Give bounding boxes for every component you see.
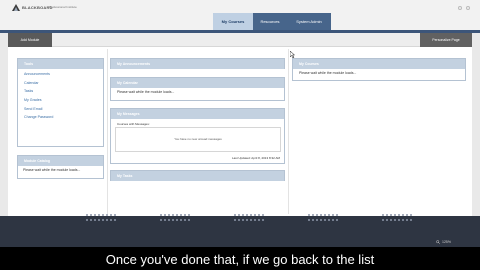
module-title[interactable]: Module Catalog: [18, 156, 103, 166]
footer-dot-grid: [160, 218, 191, 224]
module-title[interactable]: My Messages: [111, 109, 284, 119]
tools-list: Announcements Calendar Tasks My Grades S…: [18, 69, 103, 124]
logout-icon[interactable]: [466, 6, 470, 10]
tools-link-calendar[interactable]: Calendar: [18, 81, 103, 90]
module-catalog-module: Module Catalog Please wait while the mod…: [17, 155, 104, 179]
module-loading-text: Please wait while the module loads...: [299, 71, 357, 75]
mouse-cursor-icon: [290, 51, 295, 58]
courses-module: My Courses Please wait while the module …: [292, 58, 466, 81]
site-header: BLACKBOARD Professional Institute My Cou…: [0, 0, 480, 30]
footer-dot-grid: [86, 218, 117, 224]
page-toolbar: Add Module Personalize Page: [8, 33, 472, 47]
tab-my-courses[interactable]: My Courses: [213, 13, 253, 30]
video-subtitle: Once you've done that, if we go back to …: [105, 252, 375, 267]
tools-module: Tools Announcements Calendar Tasks My Gr…: [17, 58, 104, 147]
messages-box: You have no new unread messages: [115, 127, 281, 152]
tools-link-change-password[interactable]: Change Password: [18, 115, 103, 124]
zoom-level[interactable]: 125%: [442, 240, 451, 244]
footer-dot-grid: [234, 218, 265, 224]
calendar-module: My Calendar Please wait while the module…: [110, 77, 285, 101]
content-panel: Add Module Personalize Page Tools Announ…: [8, 33, 472, 216]
messages-module: My Messages Courses with Messages: You h…: [110, 108, 285, 164]
module-title[interactable]: My Announcements: [111, 59, 284, 69]
tab-resources[interactable]: Resources: [253, 13, 287, 30]
footer-dot-grid: [308, 218, 339, 224]
help-icon[interactable]: [458, 6, 462, 10]
announcements-module: My Announcements: [110, 58, 285, 69]
tasks-module: My Tasks: [110, 170, 285, 181]
module-loading-text: Please wait while the module loads...: [117, 90, 175, 94]
tools-link-send-email[interactable]: Send Email: [18, 107, 103, 116]
tools-link-announcements[interactable]: Announcements: [18, 72, 103, 81]
personalize-page-button[interactable]: Personalize Page: [420, 33, 472, 47]
messages-empty-text: You have no new unread messages: [174, 137, 222, 141]
tab-system-admin[interactable]: System Admin: [287, 13, 331, 30]
module-title[interactable]: My Tasks: [111, 171, 284, 181]
module-title[interactable]: My Calendar: [111, 78, 284, 88]
main-tabs: My Courses Resources System Admin: [213, 13, 331, 30]
blackboard-logo-icon: [12, 4, 20, 11]
footer-dot-grid: [382, 218, 413, 224]
tools-link-my-grades[interactable]: My Grades: [18, 98, 103, 107]
messages-last-updated: Last Updated: April 8, 2013 8:32 AM: [231, 156, 280, 160]
add-module-button[interactable]: Add Module: [8, 33, 52, 47]
module-title[interactable]: Tools: [18, 59, 103, 69]
module-title[interactable]: My Courses: [293, 59, 465, 69]
module-loading-text: Please wait while the module loads...: [23, 168, 81, 172]
tools-link-tasks[interactable]: Tasks: [18, 89, 103, 98]
browser-viewport: BLACKBOARD Professional Institute My Cou…: [0, 0, 480, 247]
zoom-icon[interactable]: [436, 240, 440, 244]
logo-subtext: Professional Institute: [49, 5, 77, 9]
column-divider: [288, 49, 289, 214]
column-divider: [107, 49, 108, 214]
